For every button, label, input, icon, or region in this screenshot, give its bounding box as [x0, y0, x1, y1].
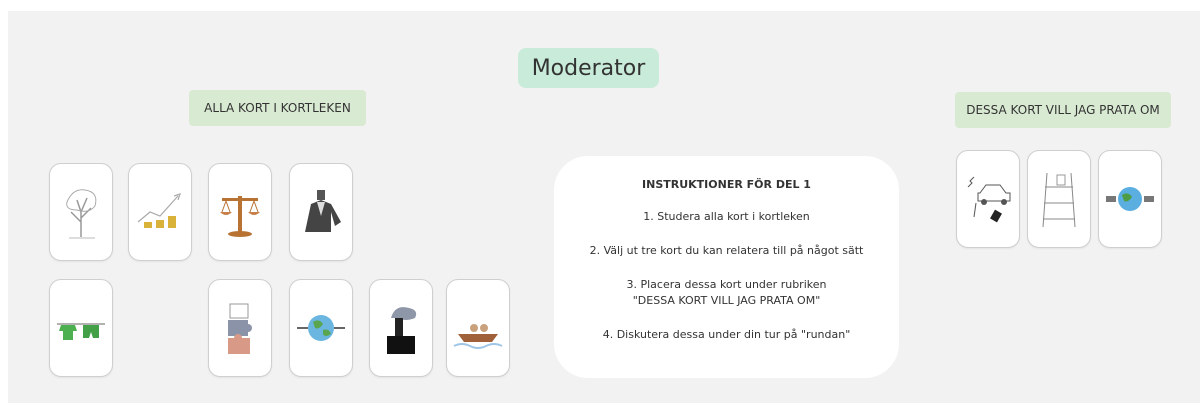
plugged-earth-icon	[1106, 187, 1154, 211]
instruction-step-4: 4. Diskutera dessa under din tur på "run…	[602, 328, 851, 341]
businessman-suit-icon	[305, 190, 341, 232]
boat-on-water-icon	[453, 324, 503, 349]
selected-card-plugged-earth[interactable]	[1098, 150, 1162, 248]
dead-tree-icon	[66, 189, 97, 239]
deck-label[interactable]: ALLA KORT I KORTLEKEN	[189, 90, 366, 126]
instructions-title: INSTRUKTIONER FÖR DEL 1	[642, 178, 811, 191]
deck-card-balance-scale[interactable]	[208, 163, 272, 261]
instruction-step-3-line-2: "DESSA KORT VILL JAG PRATA OM"	[632, 294, 821, 307]
instruction-step-3: 3. Placera dessa kort under rubriken "DE…	[554, 277, 899, 309]
deck-card-smoking-factory[interactable]	[369, 279, 433, 377]
deck-card-growth-coins[interactable]	[128, 163, 192, 261]
balance-scale-icon	[220, 196, 260, 237]
instructions-panel[interactable]: INSTRUKTIONER FÖR DEL 1 1. Studera alla …	[554, 156, 899, 378]
deck-card-puzzle[interactable]	[208, 279, 272, 377]
selected-card-electric-car[interactable]	[956, 150, 1020, 248]
instruction-step-3-line-1: 3. Placera dessa kort under rubriken	[626, 278, 827, 291]
deck-card-dead-tree[interactable]	[49, 163, 113, 261]
selected-label[interactable]: DESSA KORT VILL JAG PRATA OM	[955, 92, 1171, 128]
instruction-step-2: 2. Välj ut tre kort du kan relatera till…	[589, 244, 864, 257]
selected-card-ladder-shelves[interactable]	[1027, 150, 1091, 248]
puzzle-pieces-icon	[228, 303, 252, 354]
growth-coins-icon	[137, 193, 181, 228]
connected-earth-icon	[297, 315, 345, 341]
smoking-factory-icon	[387, 307, 417, 354]
ladder-shelves-icon	[1042, 172, 1076, 228]
moderator-title[interactable]: Moderator	[518, 48, 659, 88]
clothesline-icon	[57, 323, 105, 340]
deck-card-clothesline[interactable]	[49, 279, 113, 377]
electric-car-icon	[967, 176, 1011, 223]
deck-card-boat[interactable]	[446, 279, 510, 377]
deck-card-connected-earth[interactable]	[289, 279, 353, 377]
deck-card-businessman[interactable]	[289, 163, 353, 261]
instruction-step-1: 1. Studera alla kort i kortleken	[643, 210, 810, 223]
